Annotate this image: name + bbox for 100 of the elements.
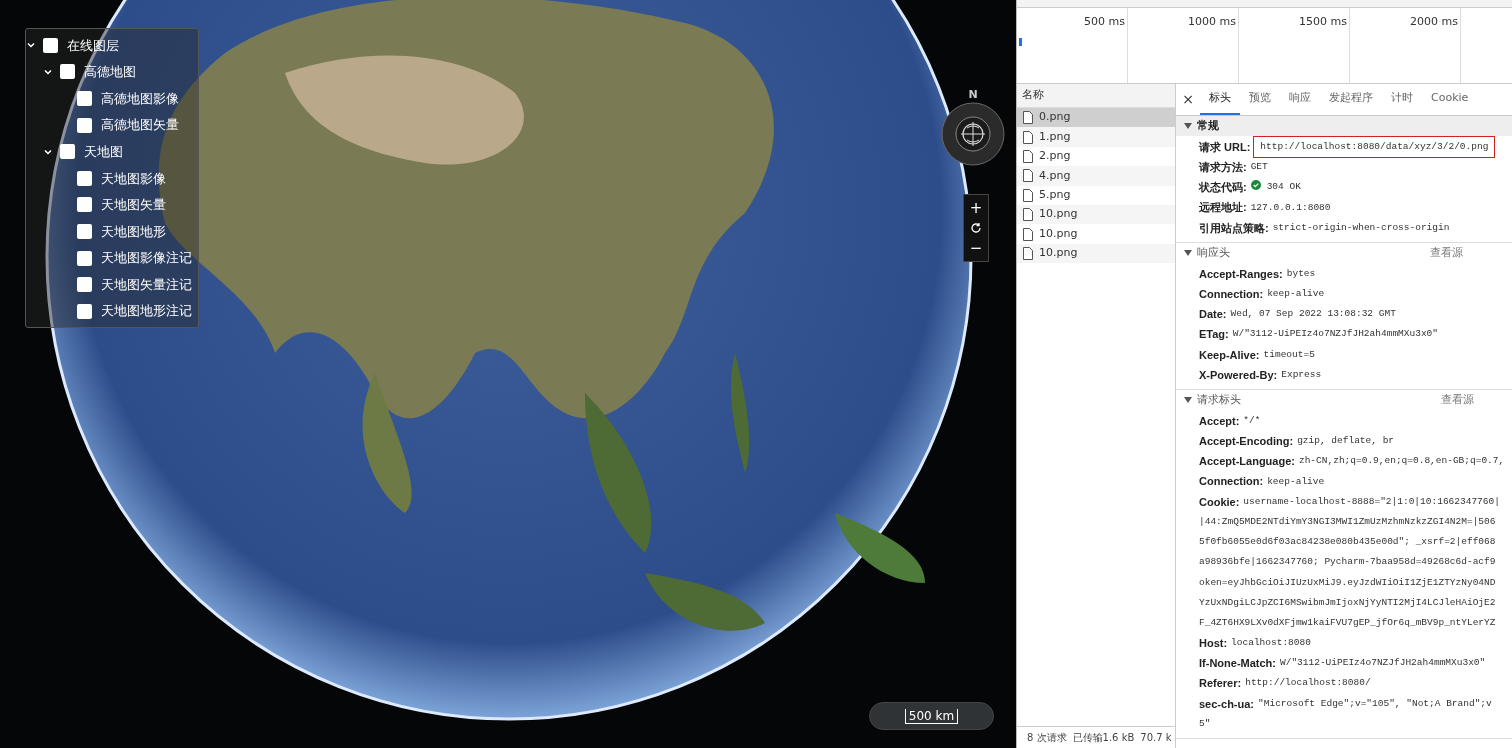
header-value: */* bbox=[1243, 414, 1261, 429]
header-value: W/"3112-UiPEIz4o7NZJfJH2ah4mmMXu3x0" bbox=[1232, 327, 1438, 342]
time-tick: 1500 ms bbox=[1299, 14, 1347, 30]
layer-label[interactable]: 天地图地形 bbox=[101, 221, 166, 242]
header-name: 请求 URL: bbox=[1199, 139, 1251, 155]
section-title: 常规 bbox=[1197, 117, 1219, 134]
zoom-out-button[interactable]: − bbox=[964, 235, 988, 261]
header-value: 127.0.0.1:8080 bbox=[1250, 200, 1331, 215]
file-icon bbox=[1023, 188, 1033, 202]
column-title: 名称 bbox=[1022, 87, 1044, 104]
header-name: 请求方法: bbox=[1199, 160, 1247, 176]
section-header[interactable]: 常规 bbox=[1176, 116, 1512, 136]
header-value: 5" bbox=[1199, 716, 1211, 731]
header-value: localhost:8080 bbox=[1231, 636, 1311, 651]
layer-label[interactable]: 天地图 bbox=[84, 141, 123, 162]
layer-label[interactable]: 天地图影像 bbox=[101, 168, 166, 188]
header-value: oken=eyJhbGciOiJIUzUxMiJ9.eyJzdWIiOiI1ZjE1ZTYzNy04ND bbox=[1199, 575, 1496, 590]
checkbox[interactable] bbox=[60, 144, 75, 160]
layer-label[interactable]: 天地图影像注记 bbox=[101, 248, 192, 268]
file-icon bbox=[1023, 246, 1033, 260]
file-icon bbox=[1023, 130, 1033, 144]
layer-label[interactable]: 高德地图矢量 bbox=[101, 115, 179, 135]
header-name: sec-ch-ua: bbox=[1199, 696, 1255, 712]
header-value: zh-CN,zh;q=0.9,en;q=0.8,en-GB;q=0.7, bbox=[1298, 454, 1505, 469]
header-name: Connection: bbox=[1199, 474, 1264, 490]
file-icon bbox=[1023, 227, 1033, 241]
triangle-icon[interactable] bbox=[1184, 248, 1192, 257]
request-row[interactable]: 1.png bbox=[1017, 127, 1175, 147]
header-value: GET bbox=[1250, 160, 1268, 175]
request-row[interactable]: 4.png bbox=[1017, 166, 1175, 186]
status-text: 8 次请求 bbox=[1027, 731, 1067, 745]
file-icon bbox=[1023, 149, 1033, 163]
header-name: 远程地址: bbox=[1199, 200, 1247, 216]
triangle-icon[interactable] bbox=[1184, 122, 1192, 130]
header-value: http://localhost:8080/ bbox=[1245, 676, 1371, 691]
header-value: keep-alive bbox=[1267, 474, 1325, 489]
view-source-link[interactable]: 查看源 bbox=[1430, 244, 1463, 262]
file-icon bbox=[1023, 208, 1033, 222]
time-tick: 500 ms bbox=[1084, 14, 1125, 30]
header-name: Date: bbox=[1199, 307, 1227, 323]
header-name: 状态代码: bbox=[1199, 180, 1247, 196]
header-value: http://localhost:8080/data/xyz/3/2/0.png bbox=[1254, 136, 1495, 158]
checkbox[interactable] bbox=[77, 277, 92, 293]
request-row[interactable]: 10.png bbox=[1017, 243, 1175, 264]
layer-label[interactable]: 天地图矢量 bbox=[101, 195, 166, 215]
header-value: gzip, deflate, br bbox=[1297, 434, 1395, 449]
checkbox[interactable] bbox=[60, 64, 75, 80]
header-value: F_4ZT6HX9LXv0dXFjmw1kaiFVU7gEP_jfOr6q_mBV9p_ntYLerYZ bbox=[1199, 615, 1496, 630]
header-name: Referer: bbox=[1199, 676, 1242, 692]
header-name: Accept: bbox=[1199, 413, 1240, 429]
header-name: Keep-Alive: bbox=[1199, 347, 1260, 363]
detail-tab[interactable]: Cookie bbox=[1422, 84, 1478, 115]
scale-label: 500 km bbox=[904, 708, 959, 724]
header-name: 引用站点策略: bbox=[1199, 220, 1269, 236]
header-name: X-Powered-By: bbox=[1199, 367, 1278, 383]
checkbox[interactable] bbox=[77, 197, 92, 213]
header-value: "Microsoft Edge";v="105", "Not;A Brand";v bbox=[1258, 696, 1492, 711]
detail-tab[interactable]: 预览 bbox=[1240, 84, 1280, 115]
header-name: Accept-Language: bbox=[1199, 454, 1295, 470]
view-source-link[interactable]: 查看源 bbox=[1441, 391, 1474, 409]
header-value: a98936bfe|1662347760; Pycharm-7baa958d=49268c6d-acf9 bbox=[1199, 555, 1496, 570]
header-value: strict-origin-when-cross-origin bbox=[1272, 220, 1450, 235]
detail-tab[interactable]: 计时 bbox=[1382, 84, 1422, 115]
header-value: Express bbox=[1281, 367, 1322, 382]
layer-label[interactable]: 高德地图 bbox=[84, 62, 136, 82]
triangle-icon[interactable] bbox=[1184, 396, 1192, 405]
request-mark bbox=[1019, 38, 1022, 46]
time-tick: 2000 ms bbox=[1410, 14, 1458, 30]
header-name: Host: bbox=[1199, 635, 1228, 651]
header-name: Cookie: bbox=[1199, 494, 1240, 510]
header-value: keep-alive bbox=[1267, 287, 1325, 302]
request-row[interactable]: 10.png bbox=[1017, 204, 1175, 225]
section-title: 请求标头 bbox=[1197, 391, 1241, 408]
file-icon bbox=[1023, 111, 1033, 125]
header-value: YzUxNDgiLCJpZCI6MSwibmJmIjoxNjYyNTI2MjI4LCJleHAiOjE2 bbox=[1199, 595, 1496, 610]
zoom-in-button[interactable]: + bbox=[964, 195, 988, 221]
header-value: username-localhost-8888="2|1:0|10:1662347760| bbox=[1243, 494, 1500, 509]
detail-tab[interactable]: 发起程序 bbox=[1320, 84, 1382, 115]
file-icon bbox=[1023, 169, 1033, 183]
time-tick: 1000 ms bbox=[1188, 14, 1236, 30]
status-text: 70.7 k bbox=[1140, 731, 1172, 745]
request-row[interactable]: 0.png bbox=[1017, 108, 1175, 128]
layer-label[interactable]: 天地图矢量注记 bbox=[101, 274, 192, 295]
close-button[interactable]: × bbox=[1176, 84, 1200, 115]
layer-label[interactable]: 天地图地形注记 bbox=[101, 301, 192, 321]
section-title: 响应头 bbox=[1197, 244, 1230, 261]
header-name: Accept-Encoding: bbox=[1199, 434, 1294, 450]
header-value: Wed, 07 Sep 2022 13:08:32 GMT bbox=[1230, 307, 1396, 322]
reset-icon[interactable] bbox=[970, 222, 982, 234]
layer-label[interactable]: 在线图层 bbox=[67, 35, 119, 56]
header-value: |44:ZmQ5MDE2NTdiYmY3NGI3MWI1ZmUzMzhmNzkzZGI4N2M=|506 bbox=[1199, 514, 1496, 529]
header-name: ETag: bbox=[1199, 327, 1229, 343]
layer-label[interactable]: 高德地图影像 bbox=[101, 88, 179, 109]
compass-icon[interactable] bbox=[941, 102, 1005, 166]
header-name: If-None-Match: bbox=[1199, 656, 1276, 672]
detail-tab[interactable]: 响应 bbox=[1280, 84, 1320, 115]
status-text: 已传输1.6 kB bbox=[1072, 731, 1135, 745]
header-value: 5f0fb6055e0d6f03ac84238e080b435e00d"; _xsrf=2|eff068 bbox=[1199, 535, 1496, 550]
header-value: W/"3112-UiPEIz4o7NZJfJH2ah4mmMXu3x0" bbox=[1280, 656, 1486, 671]
header-value: bytes bbox=[1286, 266, 1316, 281]
